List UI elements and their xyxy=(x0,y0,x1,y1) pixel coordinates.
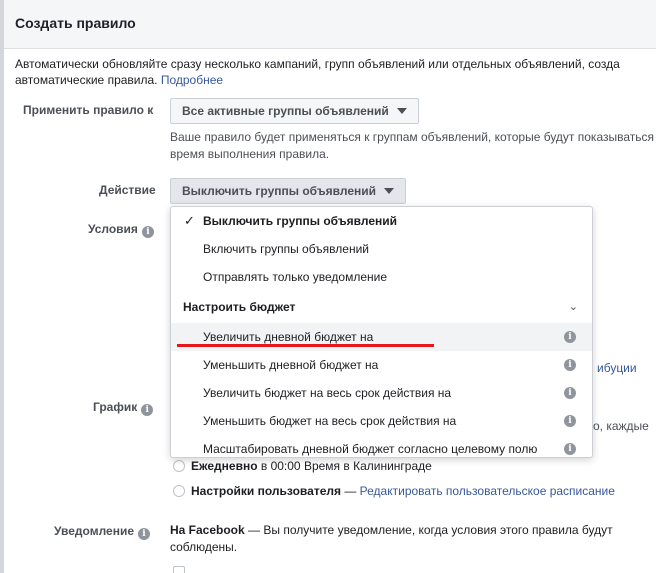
apply-rule-label: Применить правило к xyxy=(23,103,154,117)
info-icon[interactable]: i xyxy=(564,359,576,371)
dropdown-item-decrease-daily-budget[interactable]: Уменьшить дневной бюджет на i xyxy=(171,351,592,379)
dropdown-item-scale-daily-budget[interactable]: Масштабировать дневной бюджет согласно ц… xyxy=(171,435,592,457)
dropdown-item-increase-lifetime-budget[interactable]: Увеличить бюджет на весь срок действия н… xyxy=(171,379,592,407)
schedule-option-daily[interactable]: Ежедневно в 00:00 Время в Калининграде xyxy=(173,459,432,473)
dropdown-section-adjust-budget[interactable]: Настроить бюджет ⌄ xyxy=(171,293,592,321)
intro-line-1: Автоматически обновляйте сразу несколько… xyxy=(15,57,620,71)
schedule-text-fragment: о, каждые xyxy=(593,419,649,433)
caret-down-icon xyxy=(396,108,407,114)
action-dropdown-menu: ✓ Выключить группы объявлений Включить гр… xyxy=(170,206,593,458)
info-icon[interactable]: i xyxy=(564,387,576,399)
dialog-header: Создать правило xyxy=(4,0,656,49)
info-icon[interactable]: i xyxy=(564,443,576,455)
action-select[interactable]: Выключить группы объявлений xyxy=(170,178,407,204)
radio-button[interactable] xyxy=(173,460,185,472)
info-icon[interactable]: i xyxy=(138,528,151,540)
chevron-down-icon: ⌄ xyxy=(568,301,578,313)
apply-rule-select[interactable]: Все активные группы объявлений xyxy=(170,98,419,124)
notification-facebook-text: На Facebook — Вы получите уведомление, к… xyxy=(170,523,613,554)
checkmark-icon: ✓ xyxy=(184,213,195,228)
dialog-intro: Автоматически обновляйте сразу несколько… xyxy=(15,56,656,88)
create-rule-dialog: Создать правило Автоматически обновляйте… xyxy=(4,0,656,573)
action-label: Действие xyxy=(99,183,156,197)
info-icon[interactable]: i xyxy=(141,226,154,238)
edit-custom-schedule-link[interactable]: Редактировать пользовательское расписани… xyxy=(360,484,615,498)
attribution-link-fragment[interactable]: ибуции xyxy=(597,361,637,375)
annotation-red-underline xyxy=(177,344,434,347)
info-icon[interactable]: i xyxy=(564,415,576,427)
conditions-label: Условия i xyxy=(88,222,154,238)
dropdown-item-decrease-lifetime-budget[interactable]: Уменьшить бюджет на весь срок действия н… xyxy=(171,407,592,435)
dropdown-item-turn-off[interactable]: ✓ Выключить группы объявлений xyxy=(171,207,592,235)
info-icon[interactable]: i xyxy=(564,331,576,343)
schedule-option-custom[interactable]: Настройки пользователя — Редактировать п… xyxy=(173,484,615,498)
notification-label: Уведомление i xyxy=(54,524,151,540)
apply-rule-select-value: Все активные группы объявлений xyxy=(182,104,389,118)
notification-checkbox[interactable] xyxy=(173,566,185,573)
intro-line-2: автоматические правила. Подробнее xyxy=(15,73,224,87)
info-icon[interactable]: i xyxy=(141,404,154,416)
caret-down-icon xyxy=(384,188,395,194)
dialog-title: Создать правило xyxy=(15,15,136,31)
action-select-value: Выключить группы объявлений xyxy=(182,184,377,198)
apply-rule-hint: Ваше правило будет применяться к группам… xyxy=(170,130,655,161)
dropdown-item-turn-on[interactable]: Включить группы объявлений xyxy=(171,235,592,263)
learn-more-link[interactable]: Подробнее xyxy=(161,73,223,87)
schedule-label: График i xyxy=(93,400,154,416)
dropdown-item-notify-only[interactable]: Отправлять только уведомление xyxy=(171,263,592,291)
radio-button[interactable] xyxy=(173,485,185,497)
